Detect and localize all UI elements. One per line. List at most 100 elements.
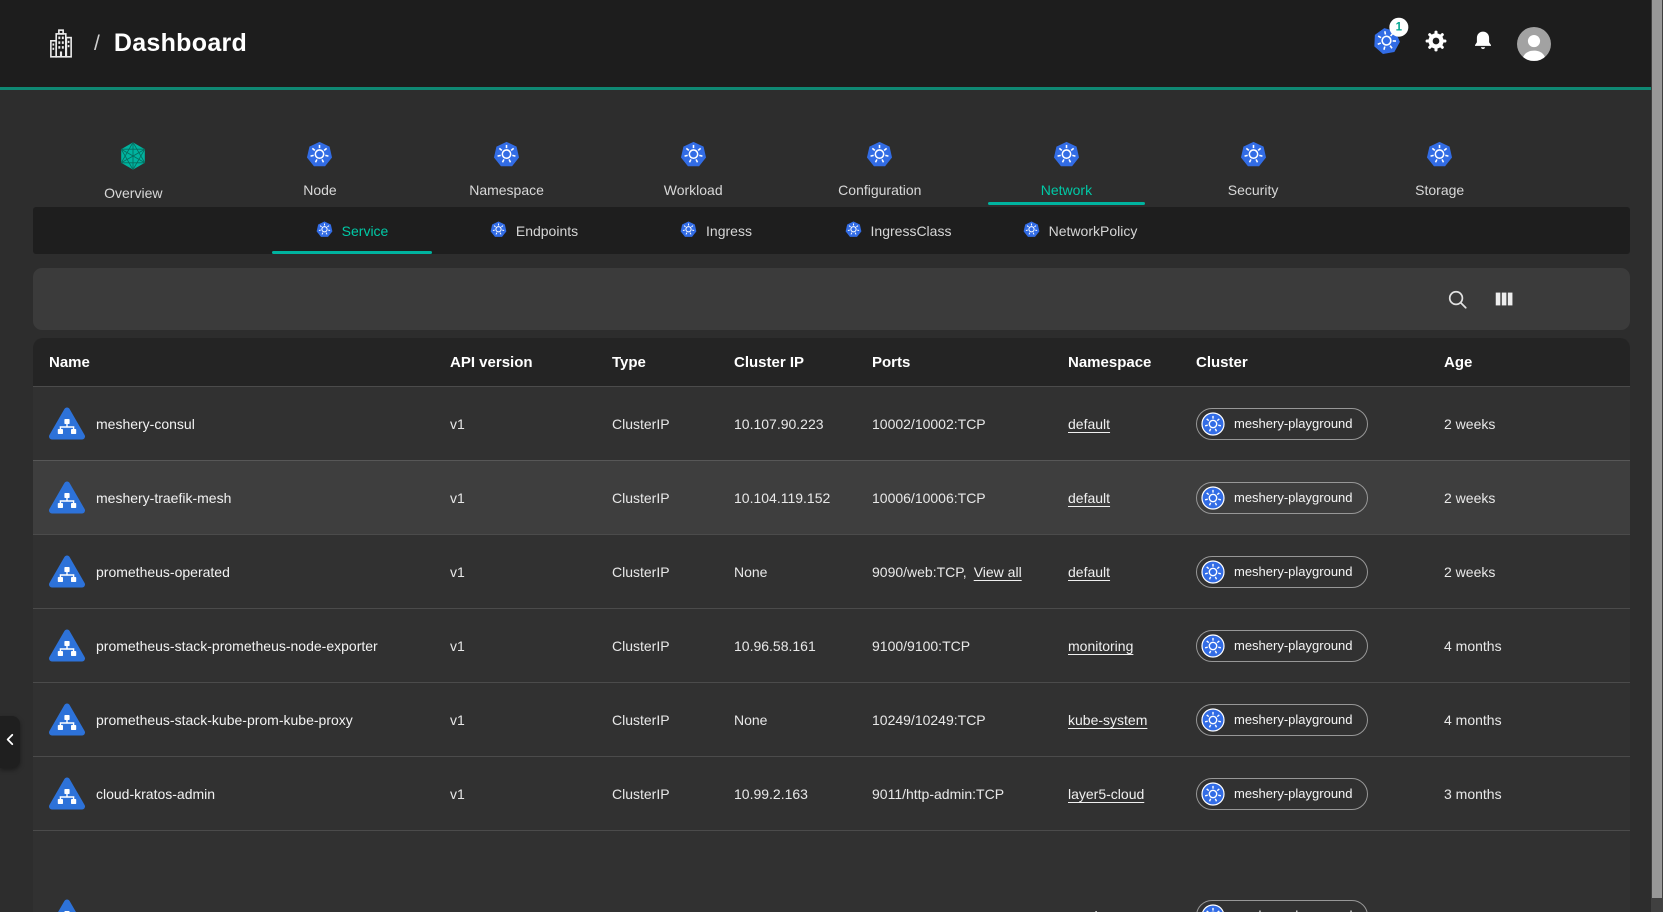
cluster-chip[interactable]: meshery-playground xyxy=(1196,482,1368,514)
tab-node[interactable]: Node xyxy=(227,130,414,205)
subtab-ingress[interactable]: Ingress xyxy=(625,207,807,254)
name-cell: cloud-kratos-admin xyxy=(33,776,434,812)
kubernetes-icon xyxy=(1201,560,1225,584)
tab-label: Storage xyxy=(1415,182,1464,198)
namespace-link[interactable]: default xyxy=(1068,490,1110,506)
context-count-badge: 1 xyxy=(1389,18,1408,37)
tab-label: Workload xyxy=(664,182,723,198)
bell-icon xyxy=(1471,28,1495,59)
namespace-link[interactable]: kube-system xyxy=(1068,712,1147,728)
column-header-ports[interactable]: Ports xyxy=(856,354,1052,371)
meshery-icon xyxy=(118,141,148,176)
api-version-cell: v1 xyxy=(434,490,596,506)
kubernetes-icon xyxy=(866,141,893,173)
tab-namespace[interactable]: Namespace xyxy=(413,130,600,205)
type-cell: ClusterIP xyxy=(596,712,718,728)
tab-security[interactable]: Security xyxy=(1160,130,1347,205)
tab-workload[interactable]: Workload xyxy=(600,130,787,205)
namespace-link[interactable]: meshery xyxy=(1068,908,1122,912)
cluster-chip[interactable]: meshery-playground xyxy=(1196,900,1368,912)
search-icon[interactable] xyxy=(1446,288,1469,311)
subtab-service[interactable]: Service xyxy=(261,207,443,254)
subtab-endpoints[interactable]: Endpoints xyxy=(443,207,625,254)
gear-icon xyxy=(1423,28,1449,59)
namespace-link[interactable]: default xyxy=(1068,564,1110,580)
scrollbar-thumb[interactable] xyxy=(1652,0,1662,898)
name-cell xyxy=(33,898,434,912)
cluster-ip-cell: None xyxy=(718,564,856,580)
cluster-chip-label: meshery-playground xyxy=(1234,564,1353,579)
view-columns-icon[interactable] xyxy=(1493,288,1515,310)
table-row[interactable]: prometheus-stack-kube-prom-kube-proxyv1C… xyxy=(33,682,1630,756)
namespace-cell: default xyxy=(1052,490,1180,506)
notifications-button[interactable] xyxy=(1471,28,1495,59)
main-tabs: OverviewNodeNamespace Workload Configurati… xyxy=(40,130,1533,205)
services-table: Name API version Type Cluster IP Ports N… xyxy=(33,338,1630,912)
column-header-age[interactable]: Age xyxy=(1428,354,1630,371)
table-row[interactable]: meshery-consulv1ClusterIP10.107.90.22310… xyxy=(33,386,1630,460)
tab-label: Security xyxy=(1228,182,1279,198)
kubernetes-icon xyxy=(1240,141,1267,173)
cluster-ip-cell: 10.99.2.163 xyxy=(718,786,856,802)
drawer-collapse-button[interactable] xyxy=(0,716,20,768)
column-header-name[interactable]: Name xyxy=(33,354,434,371)
table-row[interactable]: cloud-kratos-adminv1ClusterIP10.99.2.163… xyxy=(33,756,1630,830)
ports-cell: 10002/10002:TCP xyxy=(856,416,1052,432)
cluster-chip[interactable]: meshery-playground xyxy=(1196,704,1368,736)
kubernetes-icon xyxy=(1201,904,1225,912)
cluster-chip[interactable]: meshery-playground xyxy=(1196,630,1368,662)
table-row[interactable]: prometheus-operatedv1ClusterIPNone9090/w… xyxy=(33,534,1630,608)
service-icon xyxy=(49,406,85,442)
table-row[interactable]: meshery-traefik-meshv1ClusterIP10.104.11… xyxy=(33,460,1630,534)
column-header-type[interactable]: Type xyxy=(596,354,718,371)
column-header-clusterip[interactable]: Cluster IP xyxy=(718,354,856,371)
table-row[interactable]: prometheus-stack-prometheus-node-exporte… xyxy=(33,608,1630,682)
api-version-cell: v1 xyxy=(434,564,596,580)
column-header-namespace[interactable]: Namespace xyxy=(1052,354,1180,371)
cluster-chip[interactable]: meshery-playground xyxy=(1196,408,1368,440)
table-row[interactable]: meshery meshery-playground xyxy=(33,830,1630,912)
settings-button[interactable] xyxy=(1423,28,1449,59)
cluster-cell: meshery-playground xyxy=(1180,556,1428,588)
cluster-cell: meshery-playground xyxy=(1180,704,1428,736)
namespace-link[interactable]: default xyxy=(1068,416,1110,432)
cluster-chip[interactable]: meshery-playground xyxy=(1196,778,1368,810)
tab-storage[interactable]: Storage xyxy=(1346,130,1533,205)
cluster-ip-cell: 10.96.58.161 xyxy=(718,638,856,654)
api-version-cell: v1 xyxy=(434,416,596,432)
age-cell: 4 months xyxy=(1428,712,1630,728)
column-header-api[interactable]: API version xyxy=(434,354,596,371)
view-all-link[interactable]: View all xyxy=(974,564,1022,580)
tab-overview[interactable]: Overview xyxy=(40,130,227,205)
service-name: prometheus-stack-kube-prom-kube-proxy xyxy=(96,712,353,728)
cluster-context-button[interactable]: 1 xyxy=(1370,25,1403,62)
namespace-link[interactable]: layer5-cloud xyxy=(1068,786,1144,802)
service-name: cloud-kratos-admin xyxy=(96,786,215,802)
scrollbar-track[interactable] xyxy=(1651,0,1663,912)
cluster-cell: meshery-playground xyxy=(1180,630,1428,662)
organization-icon[interactable] xyxy=(46,28,76,60)
subtab-label: Service xyxy=(342,223,389,239)
kubernetes-icon xyxy=(1201,486,1225,510)
service-icon xyxy=(49,898,85,912)
kubernetes-icon xyxy=(490,221,507,241)
kubernetes-icon xyxy=(306,141,333,173)
column-header-cluster[interactable]: Cluster xyxy=(1180,354,1428,371)
cluster-cell: meshery-playground xyxy=(1180,482,1428,514)
sub-tabs: Service EndpointsIngressIngressClassNetwo… xyxy=(33,207,1630,254)
tab-label: Configuration xyxy=(838,182,921,198)
avatar[interactable] xyxy=(1517,27,1551,61)
kubernetes-icon xyxy=(680,141,707,173)
tab-configuration[interactable]: Configuration xyxy=(787,130,974,205)
kubernetes-icon xyxy=(316,221,333,241)
age-cell: 2 weeks xyxy=(1428,490,1630,506)
type-cell: ClusterIP xyxy=(596,416,718,432)
tab-network[interactable]: Network xyxy=(973,130,1160,205)
table-body: meshery-consulv1ClusterIP10.107.90.22310… xyxy=(33,386,1630,912)
name-cell: prometheus-stack-prometheus-node-exporte… xyxy=(33,628,434,664)
subtab-networkpolicy[interactable]: NetworkPolicy xyxy=(989,207,1171,254)
namespace-link[interactable]: monitoring xyxy=(1068,638,1133,654)
cluster-chip[interactable]: meshery-playground xyxy=(1196,556,1368,588)
subtab-ingressclass[interactable]: IngressClass xyxy=(807,207,989,254)
cluster-cell: meshery-playground xyxy=(1180,778,1428,810)
